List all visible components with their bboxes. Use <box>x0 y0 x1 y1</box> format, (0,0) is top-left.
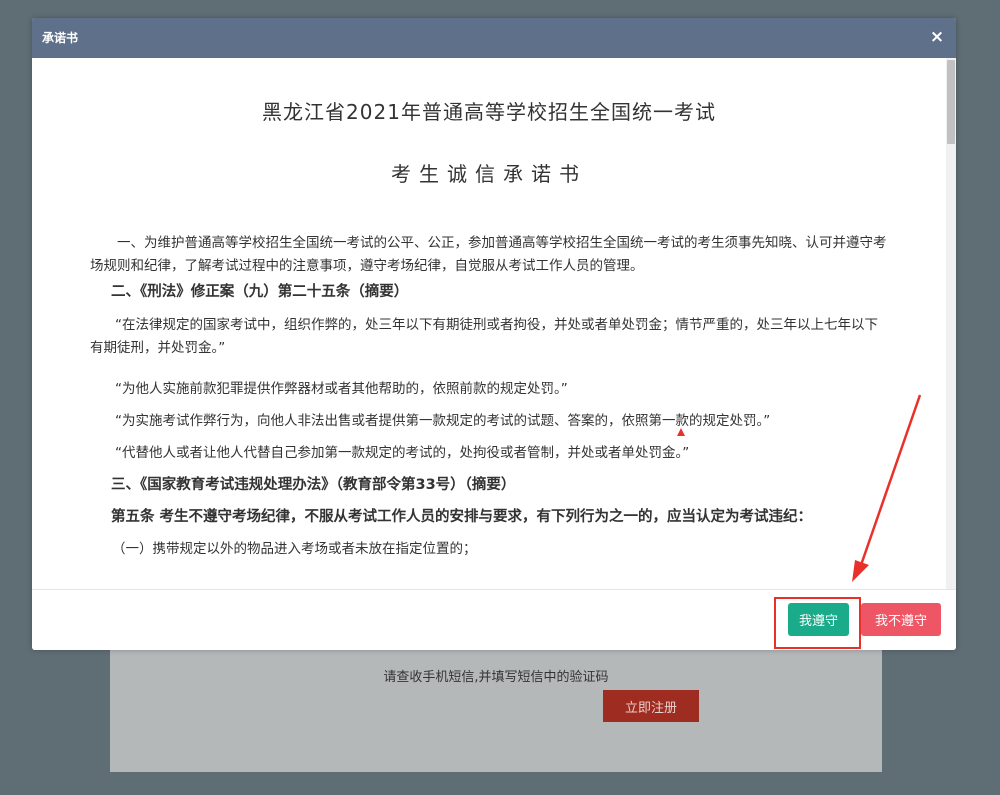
paragraph-criminal-law-quote-1: “在法律规定的国家考试中，组织作弊的，处三年以下有期徒刑或者拘役，并处或者单处罚… <box>90 317 878 356</box>
modal-body: 黑龙江省2021年普通高等学校招生全国统一考试 考生诚信承诺书 一、为维护普通高… <box>32 58 956 589</box>
content-scrollbar[interactable] <box>946 58 956 589</box>
document-title: 黑龙江省2021年普通高等学校招生全国统一考试 <box>262 100 716 124</box>
register-button[interactable]: 立即注册 <box>603 690 699 722</box>
paragraph-criminal-law-quote-4: “代替他人或者让他人代替自己参加第一款规定的考试的，处拘役或者管制，并处或者单处… <box>115 445 690 461</box>
paragraph-intro: 一、为维护普通高等学校招生全国统一考试的公平、公正，参加普通高等学校招生全国统一… <box>90 235 887 274</box>
modal-footer: 我遵守 我不遵守 <box>32 589 956 650</box>
article-five-heading: 第五条 考生不遵守考场纪律，不服从考试工作人员的安排与要求，有下列行为之一的，应… <box>111 509 813 525</box>
close-icon[interactable]: × <box>926 25 948 49</box>
scrollbar-thumb[interactable] <box>947 60 955 144</box>
modal-title: 承诺书 <box>42 31 79 45</box>
agree-button[interactable]: 我遵守 <box>788 603 849 636</box>
document-subtitle: 考生诚信承诺书 <box>391 162 587 186</box>
paragraph-criminal-law-quote-2: “为他人实施前款犯罪提供作弊器材或者其他帮助的，依照前款的规定处罚。” <box>115 381 568 397</box>
rule-item-1: （一）携带规定以外的物品进入考场或者未放在指定位置的； <box>112 541 477 557</box>
disagree-button[interactable]: 我不遵守 <box>861 603 941 636</box>
pledge-modal: 承诺书 × 黑龙江省2021年普通高等学校招生全国统一考试 考生诚信承诺书 一、… <box>32 18 956 650</box>
section-heading-criminal-law: 二、《刑法》修正案（九）第二十五条（摘要） <box>111 284 409 300</box>
section-heading-exam-rules: 三、《国家教育考试违规处理办法》（教育部令第33号）（摘要） <box>111 477 516 493</box>
modal-header: 承诺书 × <box>32 18 956 58</box>
sms-hint-text: 请查收手机短信,并填写短信中的验证码 <box>383 670 609 685</box>
mouse-cursor-icon <box>677 428 685 436</box>
paragraph-criminal-law-quote-3: “为实施考试作弊行为，向他人非法出售或者提供第一款规定的考试的试题、答案的，依照… <box>115 413 771 429</box>
